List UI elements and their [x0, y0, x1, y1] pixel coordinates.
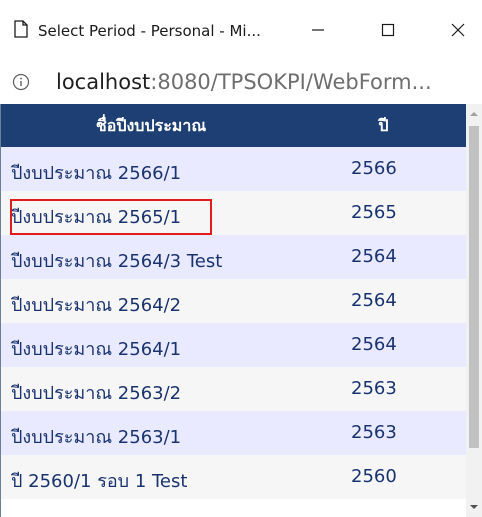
maximize-icon [381, 23, 395, 37]
url-path: :8080/TPSOKPI/WebForm... [150, 70, 432, 94]
year-cell: 2560 [351, 466, 397, 487]
window-title: Select Period - Personal - Mi... [38, 22, 261, 40]
period-table: ชื่อปีงบประมาณ ปี ปีงบประมาณ 2566/1 2566… [0, 104, 467, 517]
table-row[interactable]: ปีงบประมาณ 2563/1 2563 [1, 411, 466, 455]
scroll-down-icon [470, 505, 478, 509]
period-name-cell[interactable]: ปีงบประมาณ 2564/2 [11, 290, 181, 319]
table-row[interactable]: ปีงบประมาณ 2563/2 2563 [1, 367, 466, 411]
header-period-name[interactable]: ชื่อปีงบประมาณ [1, 104, 301, 147]
close-button[interactable] [438, 14, 478, 46]
scroll-down-button[interactable] [466, 499, 482, 515]
minimize-icon [312, 29, 324, 31]
page-content: ชื่อปีงบประมาณ ปี ปีงบประมาณ 2566/1 2566… [0, 104, 482, 517]
maximize-button[interactable] [368, 14, 408, 46]
scroll-up-icon [470, 112, 478, 116]
year-cell: 2563 [351, 422, 397, 443]
minimize-button[interactable] [298, 14, 338, 46]
table-row[interactable]: ปีงบประมาณ 2566/1 2566 [1, 147, 466, 191]
window-titlebar: Select Period - Personal - Mi... [0, 0, 482, 60]
header-year[interactable]: ปี [301, 104, 466, 147]
scrollbar-thumb[interactable] [469, 126, 479, 448]
url-text[interactable]: localhost:8080/TPSOKPI/WebForm... [56, 70, 432, 94]
year-cell: 2564 [351, 246, 397, 267]
period-name-cell[interactable]: ปีงบประมาณ 2566/1 [11, 158, 181, 187]
period-name-cell[interactable]: ปีงบประมาณ 2563/1 [11, 422, 181, 451]
period-name-cell[interactable]: ปีงบประมาณ 2564/3 Test [11, 246, 222, 275]
table-header: ชื่อปีงบประมาณ ปี [1, 104, 466, 147]
period-name-cell[interactable]: ปี 2560/1 รอบ 1 Test [11, 466, 187, 495]
year-cell: 2564 [351, 334, 397, 355]
year-cell: 2565 [351, 202, 397, 223]
close-icon [451, 23, 465, 37]
table-row[interactable]: ปีงบประมาณ 2564/3 Test 2564 [1, 235, 466, 279]
year-cell: 2564 [351, 290, 397, 311]
url-host: localhost [56, 70, 151, 94]
scroll-up-button[interactable] [466, 106, 482, 122]
period-name-cell[interactable]: ปีงบประมาณ 2563/2 [11, 378, 181, 407]
period-name-cell[interactable]: ปีงบประมาณ 2564/1 [11, 334, 181, 363]
page-icon [14, 20, 28, 38]
info-icon[interactable] [12, 73, 30, 91]
table-row[interactable]: ปีงบประมาณ 2564/2 2564 [1, 279, 466, 323]
table-row[interactable]: ปี 2560/1 รอบ 1 Test 2560 [1, 455, 466, 499]
selection-highlight-box [10, 199, 212, 235]
table-row[interactable]: ปีงบประมาณ 2564/1 2564 [1, 323, 466, 367]
year-cell: 2566 [351, 158, 397, 179]
address-bar[interactable]: localhost:8080/TPSOKPI/WebForm... [0, 60, 482, 104]
year-cell: 2563 [351, 378, 397, 399]
